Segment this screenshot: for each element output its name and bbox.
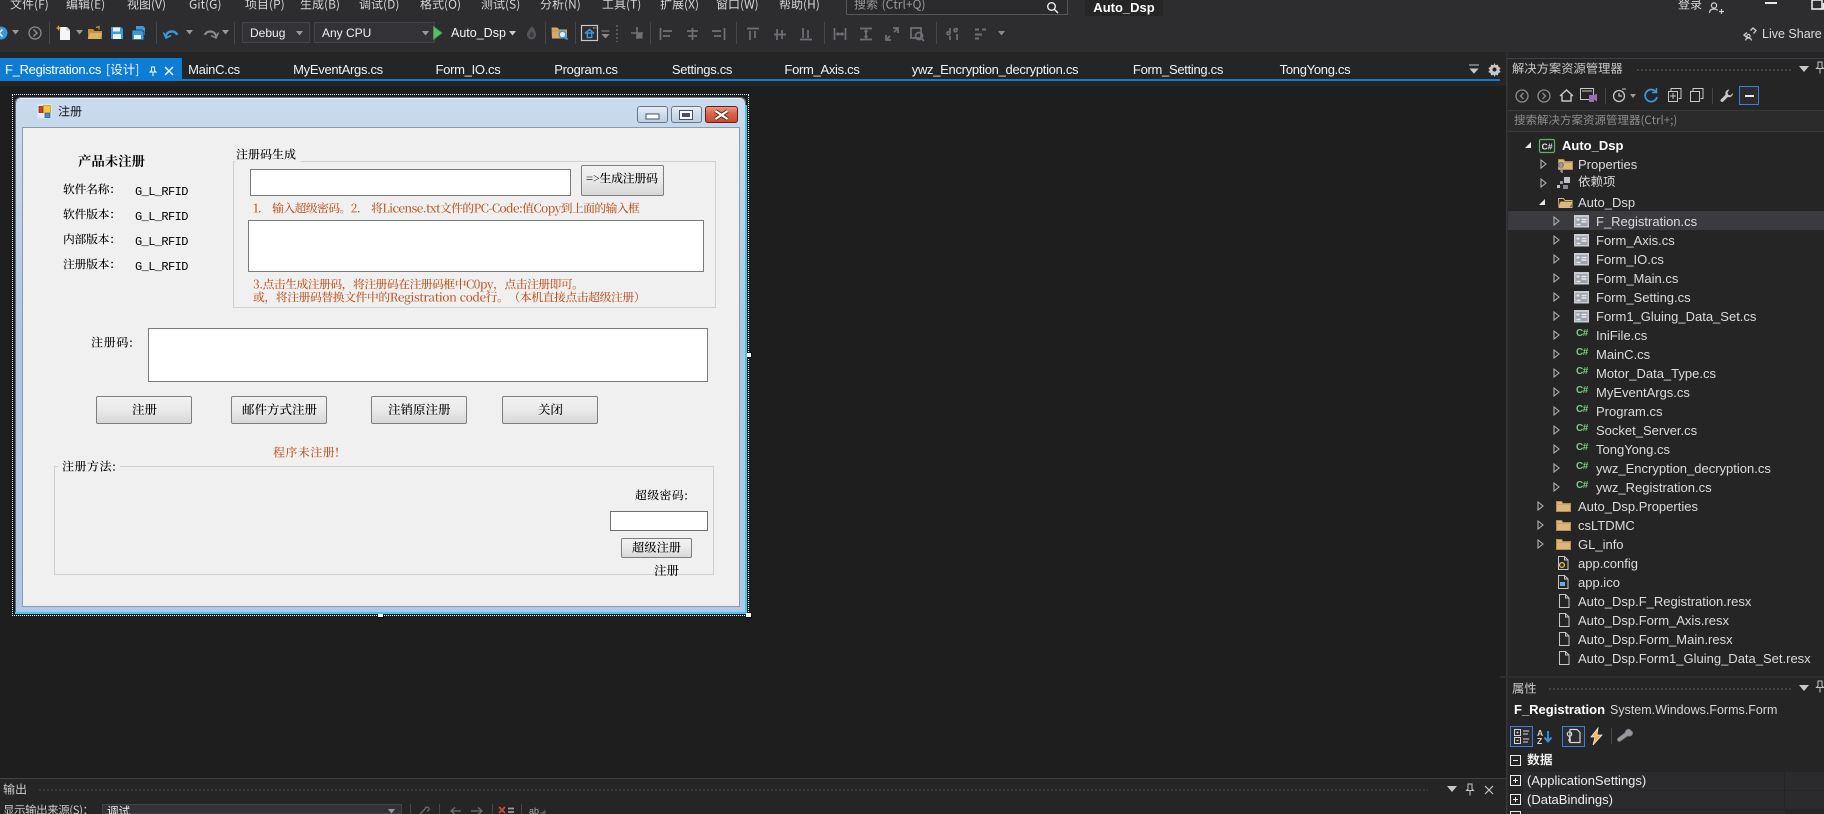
svg-text:Z: Z (1537, 736, 1542, 746)
svg-text:C#: C# (1542, 141, 1553, 151)
svg-text:ab: ab (529, 806, 539, 814)
